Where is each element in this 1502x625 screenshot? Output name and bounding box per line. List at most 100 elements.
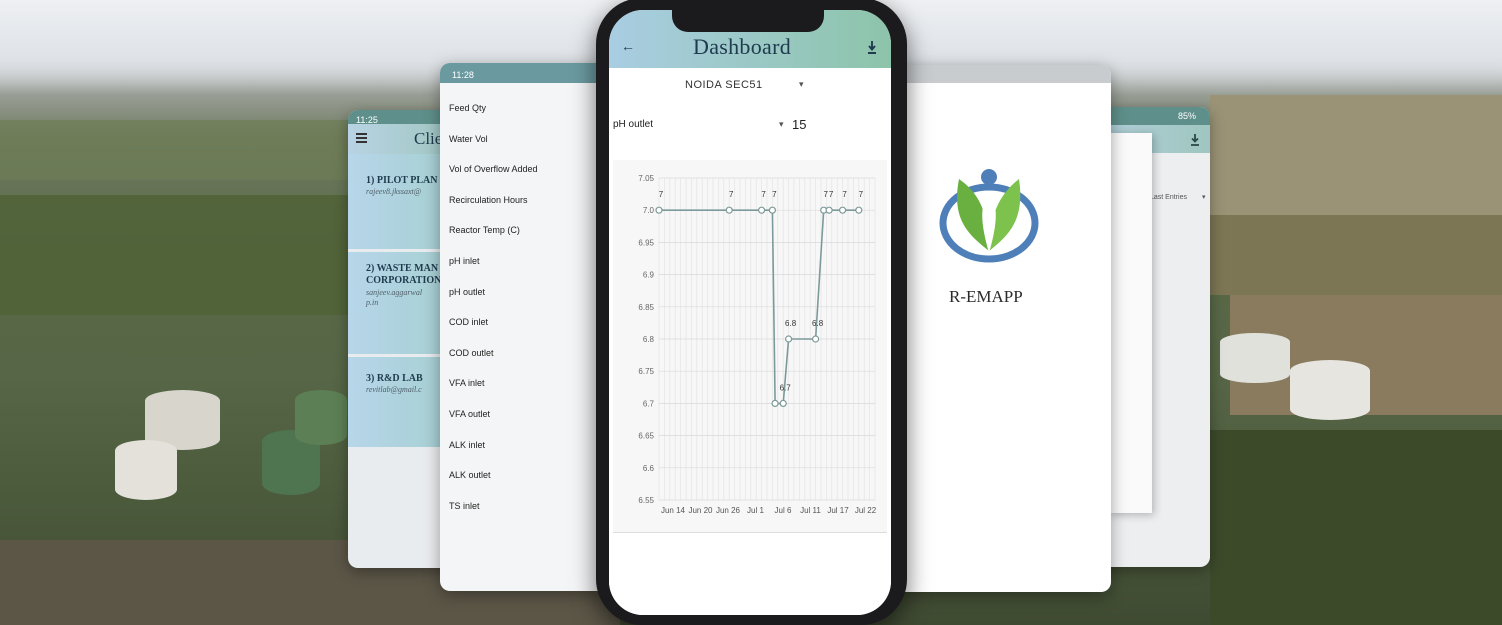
x-tick-label: Jul 1 [747,506,764,515]
field-right-far [1210,95,1502,215]
menu-item[interactable]: Recirculation Hours [440,185,610,216]
back-arrow-icon[interactable]: ← [621,38,635,54]
site-selected: NOIDA SEC51 [685,79,763,91]
menu-item[interactable]: ALK outlet [440,460,610,491]
x-tick-label: Jul 22 [855,506,877,515]
field-left-far [0,120,360,180]
data-label: 7 [859,190,864,199]
app-bar: ← Dashboard [609,10,891,68]
parameter-list-screen: 11:28 Feed Qty Water Vol Vol of Overflow… [440,63,610,591]
parameter-menu: Feed Qty Water Vol Vol of Overflow Added… [440,93,610,521]
entries-filter-dropdown[interactable]: Last Entries [1150,194,1187,201]
y-tick-label: 6.85 [638,303,654,312]
notch [672,10,824,32]
x-tick-label: Jul 17 [827,506,849,515]
data-label: 6.8 [812,319,824,328]
y-tick-label: 6.6 [643,464,655,473]
parameter-selected: pH outlet [613,119,654,130]
site-dropdown[interactable]: NOIDA SEC51 ▾ [683,78,813,96]
data-point [725,206,733,214]
y-tick-label: 6.75 [638,367,654,376]
field-right-trees [1210,430,1502,625]
client-name-line2: CORPORATION [366,275,442,286]
y-tick-label: 6.7 [643,399,655,408]
menu-item[interactable]: VFA inlet [440,368,610,399]
app-name: R-EMAPP [949,287,1023,306]
y-tick-label: 6.55 [638,496,654,505]
client-email: revitlab@gmail.c [366,385,422,394]
data-label: 7 [659,190,664,199]
app-bar-title: Clie [414,129,443,148]
menu-item[interactable]: Reactor Temp (C) [440,215,610,246]
data-point [655,206,663,214]
app-logo [939,165,1039,265]
data-point [839,206,847,214]
field-right-mid [1210,215,1502,295]
x-tick-label: Jun 26 [716,506,741,515]
data-point [785,335,793,343]
chevron-down-icon: ▾ [1202,194,1206,201]
phone-device: ← Dashboard NOIDA SEC51 ▾ pH outlet ▾ 15… [596,0,907,625]
status-bar [895,65,1111,83]
data-label: 7 [772,190,777,199]
y-tick-label: 6.95 [638,238,654,247]
client-email-line2: p.in [366,298,379,307]
data-label: 6.8 [785,319,797,328]
data-point [855,206,863,214]
page-title: Dashboard [693,34,792,59]
field-left-trees [0,195,360,315]
storage-tank [115,440,177,500]
data-point [771,399,779,407]
menu-item[interactable]: VFA outlet [440,399,610,430]
data-label: 6.7 [780,383,792,392]
data-point [768,206,776,214]
y-tick-label: 6.65 [638,432,654,441]
data-label: 7 [842,190,847,199]
menu-item[interactable]: ALK inlet [440,430,610,461]
menu-item[interactable]: COD outlet [440,338,610,369]
x-tick-label: Jul 11 [800,506,821,515]
parameter-dropdown[interactable]: pH outlet ▾ [613,118,789,136]
x-tick-label: Jun 14 [661,506,686,515]
battery-level: 85% [1177,111,1196,121]
storage-tank [1290,360,1370,420]
dashboard-body: NOIDA SEC51 ▾ pH outlet ▾ 15 7.05 7.0 6.95… [609,68,891,615]
data-label: 7 [829,190,834,199]
data-label: 7 [823,190,828,199]
menu-icon-mid [356,137,367,139]
entries-card [1108,133,1152,513]
status-time: 11:28 [452,70,474,80]
chart-card: 7.05 7.0 6.95 6.9 6.85 6.8 6.75 6.7 6.65 6.6 6.55 J… [613,160,887,533]
data-point [779,399,787,407]
status-bar: 11:28 [440,63,610,83]
storage-tank [295,390,347,445]
client-name: 1) PILOT PLAN [366,175,438,186]
menu-item[interactable]: Water Vol [440,124,610,155]
entries-count[interactable]: 15 [792,117,806,132]
client-name: 3) R&D LAB [366,373,423,384]
menu-item[interactable]: Vol of Overflow Added [440,154,610,185]
client-name: 2) WASTE MAN [366,263,439,274]
menu-item[interactable]: pH inlet [440,246,610,277]
splash-screen: R-EMAPP [895,65,1111,592]
storage-tank [1220,333,1290,383]
y-tick-label: 7.05 [638,174,654,183]
data-point [758,206,766,214]
phone-screen: ← Dashboard NOIDA SEC51 ▾ pH outlet ▾ 15… [609,10,891,615]
ph-line-chart: 7.05 7.0 6.95 6.9 6.85 6.8 6.75 6.7 6.65 6.6 6.55 J… [638,174,877,515]
data-point [812,335,820,343]
download-icon[interactable] [1190,133,1200,146]
y-tick-label: 6.9 [643,271,655,280]
x-tick-label: Jul 6 [775,506,792,515]
menu-item[interactable]: COD inlet [440,307,610,338]
y-tick-label: 7.0 [643,206,655,215]
data-point [825,206,833,214]
client-email: rajeev8.jkssaxt@ [366,187,422,196]
data-label: 7 [729,190,734,199]
menu-item[interactable]: Feed Qty [440,93,610,124]
y-tick-label: 6.8 [643,335,655,344]
menu-item[interactable]: pH outlet [440,277,610,308]
menu-item[interactable]: TS inlet [440,491,610,522]
data-label: 7 [761,190,766,199]
download-icon[interactable] [867,41,877,54]
